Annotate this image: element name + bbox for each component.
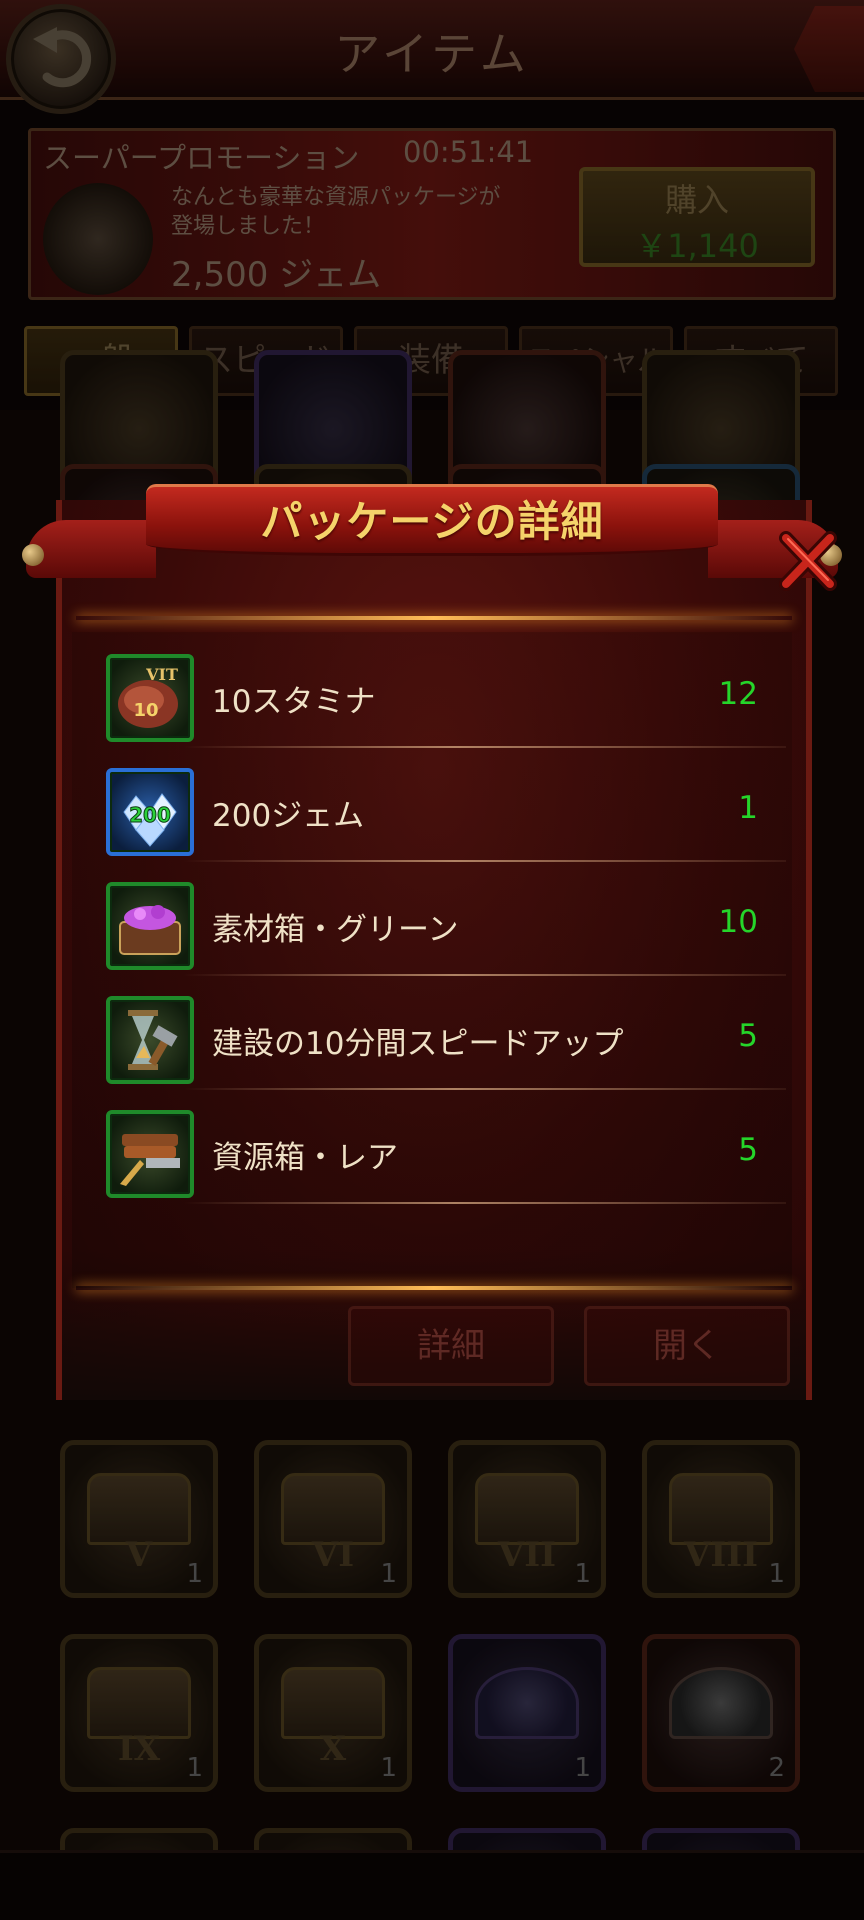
package-item-row: 建設の10分間スピードアップ 5: [100, 978, 786, 1090]
row-separator: [184, 1088, 786, 1090]
item-quantity: 5: [738, 1132, 758, 1168]
svg-text:VIT: VIT: [145, 665, 178, 684]
modal-divider-bottom: [76, 1286, 792, 1290]
item-quantity: 1: [738, 790, 758, 826]
open-button[interactable]: 開く: [584, 1306, 790, 1386]
modal-title-ribbon: パッケージの詳細: [22, 474, 842, 592]
detail-button[interactable]: 詳細: [348, 1306, 554, 1386]
resource-chest-graphic: [120, 1134, 180, 1186]
gem-pile-graphic: 200: [123, 793, 177, 847]
row-separator: [184, 974, 786, 976]
material-chest-icon: [106, 882, 194, 970]
package-item-row: 200 200ジェム 1: [100, 750, 786, 862]
row-separator: [184, 860, 786, 862]
item-quantity: 12: [718, 676, 758, 712]
material-chest-graphic: [119, 905, 181, 955]
item-name: 建設の10分間スピードアップ: [212, 1026, 624, 1062]
item-name: 10スタミナ: [212, 684, 376, 720]
item-quantity: 10: [718, 904, 758, 940]
hourglass-hammer-graphic: [128, 1010, 178, 1070]
svg-text:10: 10: [133, 700, 158, 721]
hourglass-hammer-icon: [106, 996, 194, 1084]
modal-divider-top: [76, 616, 792, 620]
item-name: 200ジェム: [212, 798, 365, 834]
row-separator: [184, 746, 786, 748]
row-separator: [184, 1202, 786, 1204]
package-item-row: 資源箱・レア 5: [100, 1092, 786, 1204]
resource-chest-icon: [106, 1110, 194, 1198]
item-name: 素材箱・グリーン: [212, 912, 459, 948]
item-name: 資源箱・レア: [212, 1140, 398, 1176]
gem-pile-icon: 200: [106, 768, 194, 856]
stamina-meat-graphic: VIT 10: [118, 665, 178, 728]
item-quantity: 5: [738, 1018, 758, 1054]
ribbon-knob-left: [22, 544, 44, 566]
ribbon-tail-left: [26, 520, 156, 578]
package-item-row: VIT 10 10スタミナ 12: [100, 636, 786, 748]
modal-title: パッケージの詳細: [260, 497, 604, 546]
svg-text:200: 200: [129, 803, 171, 827]
close-button[interactable]: [776, 530, 840, 594]
stamina-meat-icon: VIT 10: [106, 654, 194, 742]
package-item-row: 素材箱・グリーン 10: [100, 864, 786, 976]
close-icon: [779, 531, 837, 591]
